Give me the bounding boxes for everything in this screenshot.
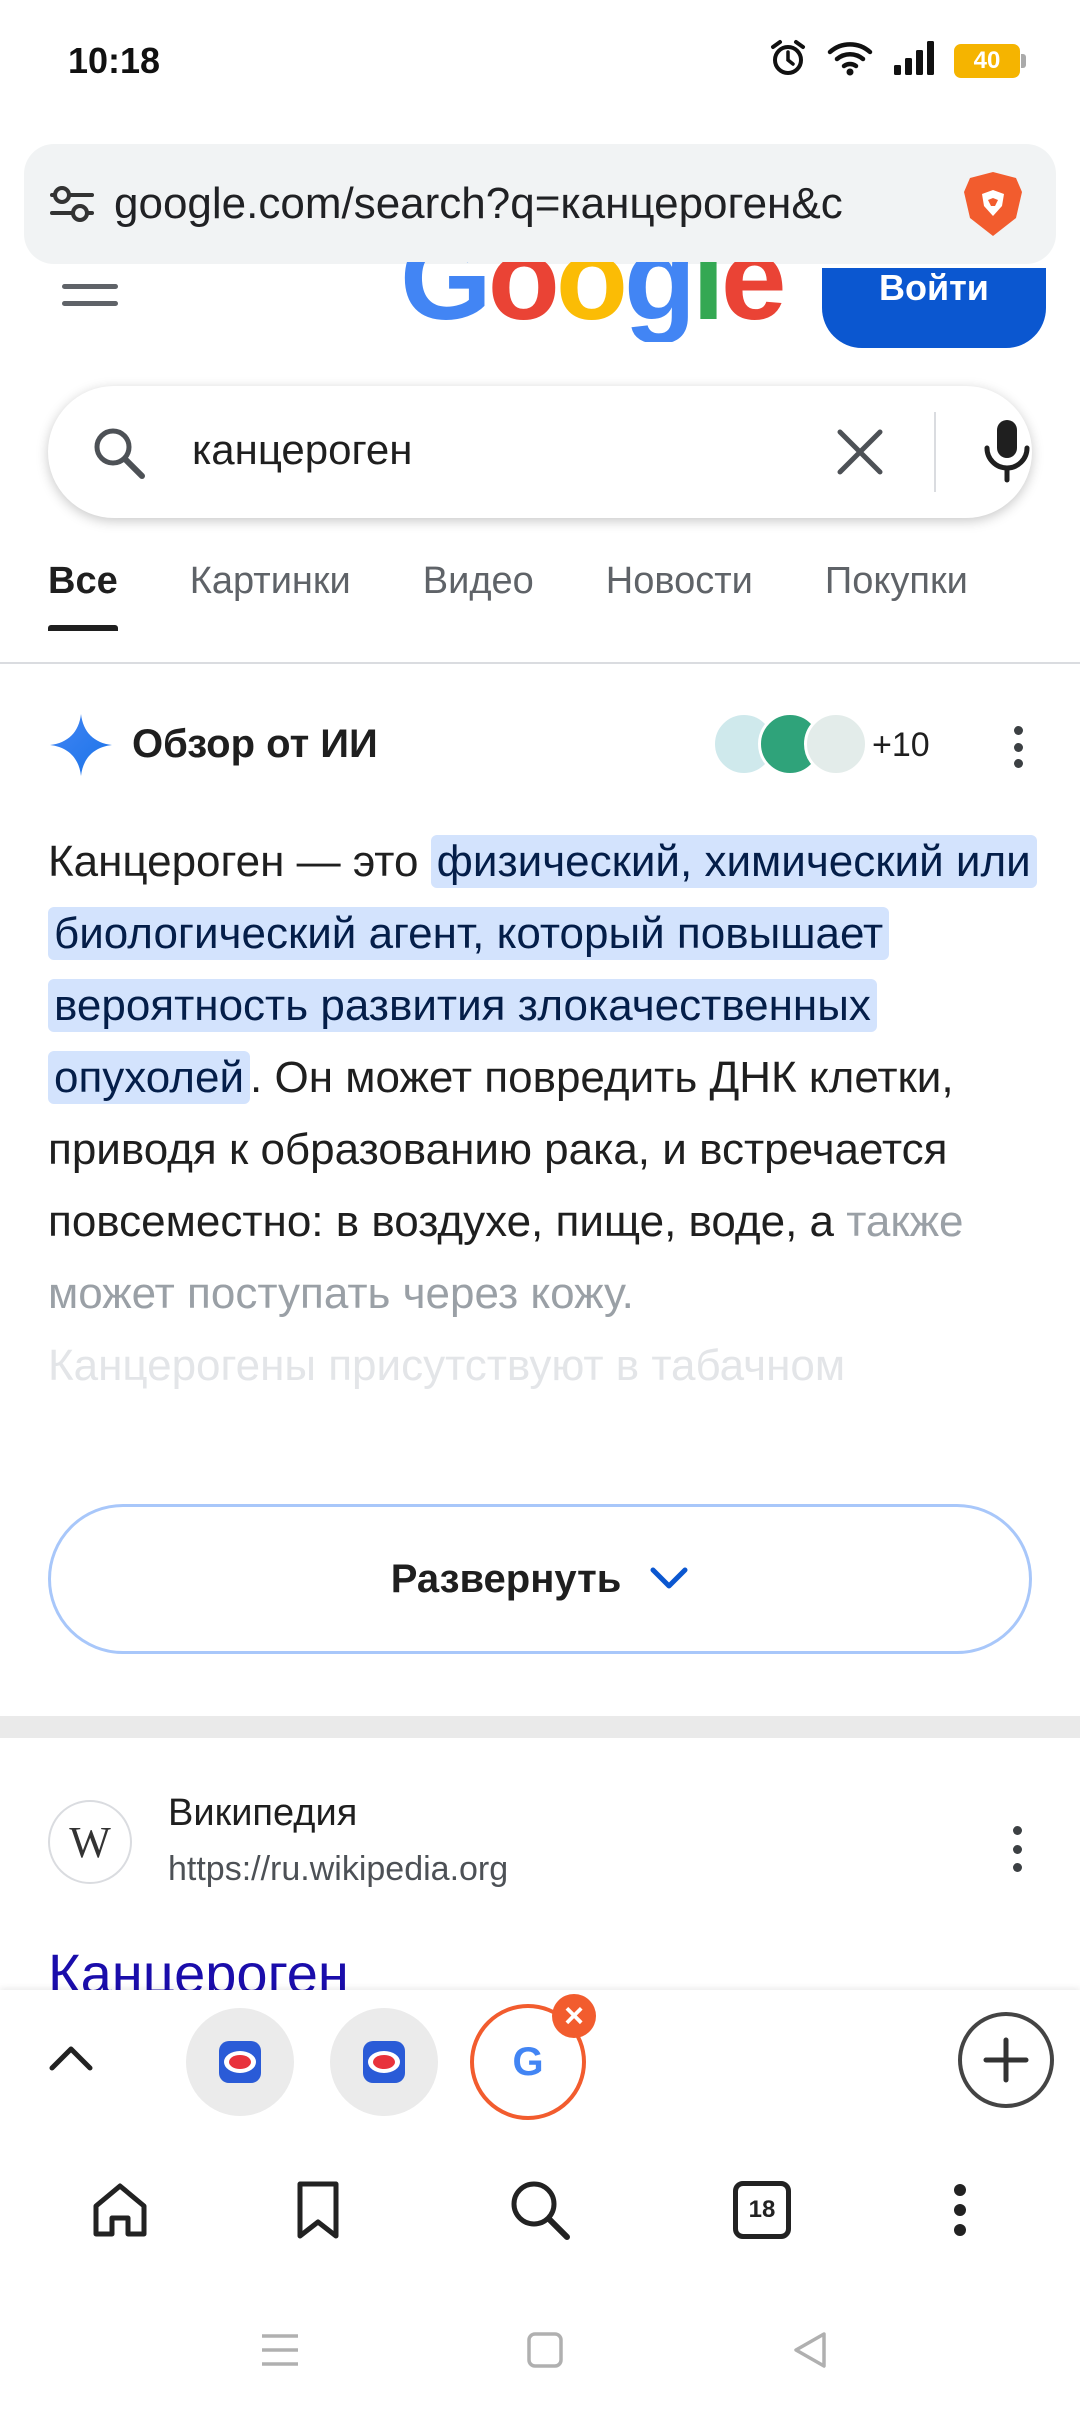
- tab-thumbnail-active[interactable]: G ×: [470, 1994, 596, 2120]
- result-url[interactable]: https://ru.wikipedia.org: [168, 1850, 508, 1889]
- status-time: 10:18: [68, 40, 161, 81]
- tab-shopping[interactable]: Покупки: [825, 560, 968, 603]
- ai-overview-text: Канцероген — это физический, химический …: [48, 826, 1038, 1402]
- search-divider: [934, 412, 936, 492]
- bookmark-icon: [297, 2181, 339, 2239]
- section-separator: [0, 1716, 1080, 1738]
- ai-text-fade-hidden: Канцерогены присутствуют в табачном: [48, 1341, 846, 1390]
- result-title-link[interactable]: Канцероген: [48, 1932, 349, 1992]
- square-icon: [527, 2332, 563, 2368]
- tab-thumbnail[interactable]: [330, 2008, 438, 2116]
- ai-overview-menu-icon[interactable]: [998, 720, 1038, 774]
- close-tab-icon[interactable]: ×: [552, 1994, 596, 2038]
- home-button[interactable]: [80, 2170, 160, 2250]
- sources-count[interactable]: +10: [872, 726, 930, 765]
- recents-button[interactable]: [250, 2320, 310, 2380]
- wikipedia-favicon[interactable]: W: [48, 1800, 132, 1884]
- alarm-icon: [768, 38, 808, 83]
- microphone-icon[interactable]: [978, 416, 1036, 491]
- brave-shields-icon[interactable]: [958, 168, 1028, 240]
- tab-news[interactable]: Новости: [606, 560, 753, 603]
- home-icon: [93, 2183, 147, 2237]
- status-icons: 40: [768, 38, 1026, 83]
- url-text[interactable]: google.com/search?q=канцероген&c: [114, 179, 934, 229]
- new-tab-button[interactable]: [958, 2012, 1054, 2108]
- signin-label: Войти: [879, 268, 989, 308]
- clear-icon[interactable]: [832, 424, 888, 485]
- signal-icon: [892, 39, 936, 82]
- battery-icon: 40: [954, 43, 1026, 78]
- result-menu-icon[interactable]: [1002, 1826, 1032, 1872]
- result-site-name[interactable]: Википедия: [168, 1792, 357, 1835]
- ai-text-intro: Канцероген — это: [48, 837, 431, 886]
- tab-strip: G ×: [0, 1990, 1080, 2140]
- chevron-down-icon: [649, 1557, 689, 1602]
- tab-images[interactable]: Картинки: [190, 560, 351, 603]
- bottom-nav: 18: [0, 2140, 1080, 2280]
- search-box[interactable]: канцероген: [48, 386, 1032, 518]
- back-triangle-icon: [794, 2332, 826, 2368]
- tab-thumbnail[interactable]: [186, 2008, 294, 2116]
- plus-icon: [983, 2037, 1029, 2083]
- source-favicon[interactable]: [804, 712, 868, 776]
- signin-button[interactable]: Войти: [822, 268, 1046, 348]
- status-bar: 10:18 40: [0, 0, 1080, 130]
- ai-overview-title: Обзор от ИИ: [132, 722, 378, 766]
- wifi-icon: [826, 39, 874, 82]
- google-logo: Google: [400, 262, 783, 342]
- source-favicons[interactable]: [712, 712, 868, 776]
- more-menu-button[interactable]: [920, 2170, 1000, 2250]
- search-icon[interactable]: [90, 424, 148, 487]
- google-logo-text: Google: [400, 262, 783, 342]
- search-input[interactable]: канцероген: [192, 426, 412, 474]
- home-system-button[interactable]: [515, 2320, 575, 2380]
- tabs-divider: [0, 662, 1080, 664]
- search-tabs: Все Картинки Видео Новости Покупки: [48, 560, 968, 631]
- google-favicon: G: [512, 2039, 544, 2084]
- expand-button[interactable]: Развернуть: [48, 1504, 1032, 1654]
- ai-overview-header: Обзор от ИИ +10: [48, 712, 1038, 782]
- expand-label: Развернуть: [390, 1556, 622, 1601]
- site-favicon: [219, 2041, 261, 2083]
- menu-lines-icon: [262, 2334, 298, 2366]
- search-button[interactable]: [500, 2170, 580, 2250]
- tab-all[interactable]: Все: [48, 560, 118, 631]
- more-vert-icon: [954, 2184, 966, 2236]
- sparkle-icon: [48, 712, 114, 783]
- bookmarks-button[interactable]: [278, 2170, 358, 2250]
- site-favicon: [363, 2041, 405, 2083]
- system-nav-bar: [0, 2280, 1080, 2412]
- back-button[interactable]: [780, 2320, 840, 2380]
- address-bar[interactable]: google.com/search?q=канцероген&c: [24, 144, 1056, 264]
- tab-videos[interactable]: Видео: [423, 560, 534, 603]
- search-icon: [511, 2181, 570, 2240]
- tabs-button[interactable]: 18: [722, 2170, 802, 2250]
- site-settings-icon[interactable]: [42, 174, 102, 234]
- tab-count: 18: [733, 2181, 791, 2239]
- menu-icon[interactable]: [62, 284, 118, 306]
- chevron-up-icon[interactable]: [46, 2034, 96, 2089]
